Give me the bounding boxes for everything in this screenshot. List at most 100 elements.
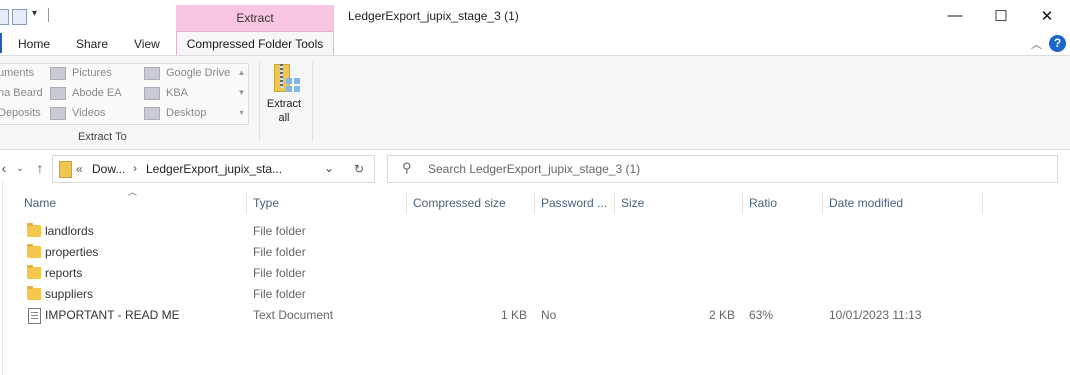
- file-ratio: 63%: [749, 308, 774, 322]
- column-header-size[interactable]: Size: [615, 192, 743, 214]
- file-type: File folder: [253, 224, 306, 238]
- collapse-ribbon-icon[interactable]: ︿: [1031, 36, 1042, 52]
- extract-to-pictures[interactable]: Pictures: [50, 64, 112, 82]
- column-header-name[interactable]: Name: [18, 192, 247, 214]
- gallery-item-label: Videos: [72, 107, 106, 119]
- close-button[interactable]: ✕: [1024, 0, 1070, 31]
- up-arrow-icon[interactable]: ↑: [30, 158, 50, 178]
- ribbon-tab-row: [0, 31, 1070, 55]
- gallery-item-label: Pictures: [72, 67, 112, 79]
- list-item[interactable]: landlords File folder: [0, 221, 1070, 242]
- tab-compressed-folder-tools[interactable]: Compressed Folder Tools: [176, 31, 334, 56]
- extract-to-kba[interactable]: KBA: [144, 84, 188, 102]
- breadcrumb-separator-icon: ›: [133, 161, 137, 175]
- maximize-button[interactable]: ☐: [978, 0, 1024, 31]
- gallery-item-label: Google Drive: [166, 67, 231, 79]
- customize-qat-icon[interactable]: ▾: [32, 8, 37, 19]
- gallery-expand-icon[interactable]: ▾: [236, 104, 247, 122]
- column-header-date-modified[interactable]: Date modified: [823, 192, 983, 214]
- gallery-item-label: Abode EA: [72, 87, 122, 99]
- list-item[interactable]: reports File folder: [0, 263, 1070, 284]
- file-size: 2 KB: [708, 308, 735, 322]
- search-icon: ⚲: [402, 160, 412, 175]
- file-name: reports: [45, 266, 83, 280]
- tab-share[interactable]: Share: [76, 33, 108, 55]
- breadcrumb-current[interactable]: LedgerExport_jupix_sta...: [146, 162, 282, 176]
- address-bar[interactable]: « Dow... › LedgerExport_jupix_sta... ⌄: [52, 155, 346, 183]
- file-name: suppliers: [45, 287, 94, 301]
- divider: [48, 8, 49, 22]
- search-box[interactable]: ⚲ Search LedgerExport_jupix_stage_3 (1): [387, 155, 1058, 183]
- overflow-chevron[interactable]: «: [76, 162, 83, 176]
- help-icon[interactable]: ?: [1049, 35, 1066, 52]
- tab-home[interactable]: Home: [18, 33, 50, 55]
- column-header-password[interactable]: Password ...: [535, 192, 615, 214]
- gallery-item-label: Deposits: [0, 107, 41, 119]
- file-name: IMPORTANT - READ ME: [45, 308, 180, 322]
- extract-to-google-drive[interactable]: Google Drive: [144, 64, 230, 82]
- gallery-item-label: na Beard: [0, 87, 43, 99]
- breadcrumb-downloads[interactable]: Dow...: [92, 162, 125, 176]
- extract-to-deposits[interactable]: Deposits: [0, 104, 41, 122]
- column-header-ratio[interactable]: Ratio: [743, 192, 823, 214]
- folder-icon: [27, 286, 41, 300]
- file-type: File folder: [253, 287, 306, 301]
- file-type: File folder: [253, 245, 306, 259]
- zip-folder-icon: [59, 161, 72, 178]
- extract-all-label-1: Extract: [266, 98, 302, 110]
- extract-all-label-2: all: [278, 112, 290, 124]
- file-tab-edge[interactable]: [0, 33, 2, 53]
- group-divider: [312, 62, 313, 142]
- search-input[interactable]: Search LedgerExport_jupix_stage_3 (1): [428, 162, 640, 176]
- column-header-type[interactable]: Type: [247, 192, 407, 214]
- folder-icon: [27, 244, 41, 258]
- file-name: landlords: [45, 224, 94, 238]
- extract-to-documents[interactable]: uments: [0, 64, 34, 82]
- gallery-scroll-down-icon[interactable]: ▼: [236, 84, 247, 102]
- folder-icon: [27, 265, 41, 279]
- list-item[interactable]: properties File folder: [0, 242, 1070, 263]
- contextual-tab-group: Extract: [176, 5, 334, 31]
- list-item[interactable]: IMPORTANT - READ ME Text Document 1 KB N…: [0, 305, 1070, 326]
- gallery-scroll-up-icon[interactable]: ▲: [236, 64, 247, 82]
- window-title: LedgerExport_jupix_stage_3 (1): [348, 9, 519, 23]
- drive-icon: [144, 66, 160, 80]
- group-divider: [259, 62, 260, 142]
- refresh-icon: ↻: [353, 162, 365, 176]
- zipper-icon: [280, 64, 283, 88]
- folder-icon: [144, 86, 160, 100]
- title-bar: ▾ Extract LedgerExport_jupix_stage_3 (1)…: [0, 0, 1070, 31]
- videos-icon: [50, 106, 66, 120]
- gallery-item-label: uments: [0, 67, 35, 79]
- gallery-item-label: KBA: [166, 87, 189, 99]
- extract-to-beard[interactable]: na Beard: [0, 84, 43, 102]
- file-type: Text Document: [253, 308, 334, 322]
- group-label-extract-to: Extract To: [78, 131, 127, 143]
- list-item[interactable]: suppliers File folder: [0, 284, 1070, 305]
- folder-icon: [27, 223, 41, 237]
- folder-icon: [50, 86, 66, 100]
- minimize-button[interactable]: —: [932, 0, 978, 31]
- extract-grid-icon: [286, 78, 300, 92]
- extract-to-abode-ea[interactable]: Abode EA: [50, 84, 122, 102]
- extract-all-button[interactable]: Extract all: [264, 62, 306, 128]
- file-name: properties: [45, 245, 99, 259]
- desktop-icon: [144, 106, 160, 120]
- text-document-icon: [28, 308, 41, 324]
- address-dropdown-icon[interactable]: ⌄: [324, 161, 334, 175]
- extract-to-desktop[interactable]: Desktop: [144, 104, 206, 122]
- refresh-button[interactable]: ↻: [344, 155, 375, 183]
- pane-divider: [2, 180, 3, 375]
- gallery-item-label: Desktop: [166, 107, 207, 119]
- recent-locations-icon[interactable]: ⌄: [10, 158, 30, 178]
- file-date-modified: 10/01/2023 11:13: [829, 308, 922, 322]
- file-compressed-size: 1 KB: [500, 308, 527, 322]
- file-type: File folder: [253, 266, 306, 280]
- folder-icon[interactable]: [0, 9, 9, 25]
- properties-icon[interactable]: [12, 9, 27, 25]
- tab-view[interactable]: View: [134, 33, 160, 55]
- column-header-compressed-size[interactable]: Compressed size: [407, 192, 535, 214]
- file-password: No: [541, 308, 557, 322]
- pictures-icon: [50, 66, 66, 80]
- extract-to-videos[interactable]: Videos: [50, 104, 105, 122]
